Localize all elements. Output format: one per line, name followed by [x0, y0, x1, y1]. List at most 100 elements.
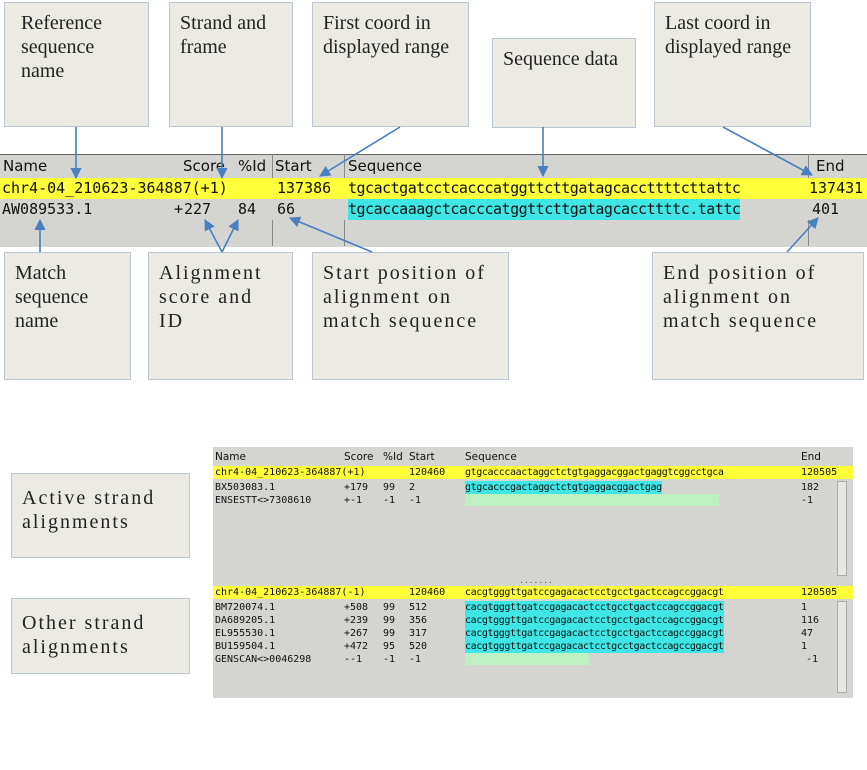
- bottom-header-name[interactable]: Name: [215, 451, 246, 463]
- callout-strand-and-frame: Strand and frame: [169, 2, 293, 127]
- other-reference-row[interactable]: chr4-04_210623-364887(-1) 120460 cacgtgg…: [213, 586, 853, 599]
- other-match-score: -1: [350, 654, 363, 665]
- reference-row[interactable]: chr4-04_210623-364887(+1) 137386 tgcactg…: [0, 178, 867, 199]
- bottom-column-headers: Name Score %Id Start Sequence End: [213, 451, 853, 465]
- other-match-end: 47: [801, 628, 814, 639]
- callout-last-coord: Last coord in displayed range: [654, 2, 811, 127]
- callout-end-position: End position of alignment on match seque…: [652, 252, 864, 380]
- other-match-sequence: cacgtgggttgatccgagacactcctgcctgactccagcc…: [465, 627, 724, 640]
- match-sequence: tgcaccaaagctcacccatggttcttgatagcaccttttc…: [348, 199, 741, 220]
- reference-start: 137386: [277, 179, 332, 197]
- top-alignment-panel: Name Score %Id Start Sequence End chr4-0…: [0, 154, 867, 247]
- bottom-header-start[interactable]: Start: [409, 451, 435, 463]
- other-match-row[interactable]: GENSCAN<>0046298 - -1 -1 -1 -1: [213, 653, 853, 666]
- other-ref-sequence: cacgtgggttgatccgagacactcctgcctgactccagcc…: [465, 587, 724, 598]
- other-match-row[interactable]: BU159504.1 + 472 95 520 cacgtgggttgatccg…: [213, 640, 853, 653]
- callout-other-strand: Other strand alignments: [11, 598, 190, 674]
- other-match-score: 472: [350, 641, 369, 652]
- callout-reference-sequence-name: Reference sequence name: [4, 2, 149, 127]
- reference-end: 137431: [809, 179, 864, 197]
- other-match-pctid: 95: [383, 641, 396, 652]
- other-match-sequence: cacgtgggttgatccgagacactcctgcctgactccagcc…: [465, 640, 724, 653]
- active-match-name: ENSESTT<>7308610: [215, 495, 312, 506]
- other-match-start: 512: [409, 602, 428, 613]
- bottom-header-pctid[interactable]: %Id: [383, 451, 403, 463]
- other-match-sequence: cacgtgggttgatccgagacactcctgcctgactccagcc…: [465, 601, 724, 614]
- match-strand: +: [174, 200, 184, 218]
- active-ref-name: chr4-04_210623-364887(+1): [215, 467, 366, 478]
- header-pctid[interactable]: %Id: [238, 157, 266, 175]
- bottom-header-sequence[interactable]: Sequence: [465, 451, 517, 463]
- active-ref-sequence: gtgcacccaactaggctctgtgaggacggactgaggtcgg…: [465, 467, 724, 478]
- other-match-row[interactable]: EL955530.1 + 267 99 317 cacgtgggttgatccg…: [213, 627, 853, 640]
- active-ref-end: 120505: [801, 467, 838, 478]
- other-match-end: 1: [801, 602, 808, 613]
- bottom-header-end[interactable]: End: [801, 451, 821, 463]
- active-match-row[interactable]: BX503083.1 + 179 99 2 gtgcacccgactaggctc…: [213, 481, 853, 494]
- other-match-start: 317: [409, 628, 428, 639]
- top-column-headers: Name Score %Id Start Sequence End: [0, 154, 867, 177]
- active-match-name: BX503083.1: [215, 482, 276, 493]
- header-score[interactable]: Score: [183, 157, 225, 175]
- other-ref-end: 120505: [801, 587, 838, 598]
- reference-sequence: tgcactgatcctcacccatggttcttgatagcaccttttc…: [348, 179, 741, 197]
- other-section-scrollbar[interactable]: [837, 601, 847, 693]
- match-name: AW089533.1: [2, 200, 93, 218]
- other-match-end: 116: [801, 615, 820, 626]
- match-pctid: 84: [238, 200, 257, 218]
- active-match-score: 179: [350, 482, 369, 493]
- callout-match-sequence-name: Match sequence name: [4, 252, 131, 380]
- other-match-row[interactable]: DA689205.1 + 239 99 356 cacgtgggttgatccg…: [213, 614, 853, 627]
- other-match-gap-block: [465, 653, 589, 665]
- callout-sequence-data: Sequence data: [492, 38, 636, 128]
- other-match-name: EL955530.1: [215, 628, 276, 639]
- bottom-alignment-panel: Name Score %Id Start Sequence End chr4-0…: [213, 447, 853, 698]
- match-row[interactable]: AW089533.1 + 227 84 66 tgcaccaaagctcaccc…: [0, 199, 867, 220]
- active-match-end: -1: [801, 495, 814, 506]
- other-match-end: 1: [801, 641, 808, 652]
- active-match-sequence: gtgcacccgactaggctctgtgaggacggactgag: [465, 481, 662, 494]
- callout-alignment-score: Alignment score and ID: [148, 252, 293, 380]
- active-match-pctid: 99: [383, 482, 396, 493]
- header-name[interactable]: Name: [3, 157, 47, 175]
- other-match-start: 356: [409, 615, 428, 626]
- other-match-start: 520: [409, 641, 428, 652]
- other-match-pctid: -1: [383, 654, 396, 665]
- other-match-score: 267: [350, 628, 369, 639]
- other-match-start: -1: [409, 654, 422, 665]
- active-match-gap-block: [465, 494, 719, 506]
- header-end[interactable]: End: [816, 157, 845, 175]
- other-match-pctid: 99: [383, 628, 396, 639]
- match-end: 401: [812, 200, 840, 218]
- active-match-score: -1: [350, 495, 363, 506]
- active-match-row[interactable]: ENSESTT<>7308610 + -1 -1 -1 -1: [213, 494, 853, 507]
- active-section-scrollbar[interactable]: [837, 481, 847, 576]
- other-match-name: GENSCAN<>0046298: [215, 654, 312, 665]
- match-score: 227: [184, 200, 212, 218]
- active-match-end: 182: [801, 482, 820, 493]
- other-match-row[interactable]: BM720074.1 + 508 99 512 cacgtgggttgatccg…: [213, 601, 853, 614]
- other-match-pctid: 99: [383, 615, 396, 626]
- match-start: 66: [277, 200, 296, 218]
- other-match-name: BU159504.1: [215, 641, 276, 652]
- header-sequence[interactable]: Sequence: [348, 157, 422, 175]
- active-match-start: 2: [409, 482, 416, 493]
- reference-name: chr4-04_210623-364887(+1): [2, 179, 228, 197]
- active-match-pctid: -1: [383, 495, 396, 506]
- callout-start-position: Start position of alignment on match seq…: [312, 252, 509, 380]
- other-ref-start: 120460: [409, 587, 446, 598]
- other-match-end: -1: [806, 654, 819, 665]
- bottom-header-score[interactable]: Score: [344, 451, 373, 463]
- other-match-score: 239: [350, 615, 369, 626]
- callout-first-coord: First coord in displayed range: [312, 2, 469, 127]
- header-start[interactable]: Start: [275, 157, 312, 175]
- active-match-start: -1: [409, 495, 422, 506]
- other-match-name: DA689205.1: [215, 615, 276, 626]
- other-match-score: 508: [350, 602, 369, 613]
- pane-splitter-dots[interactable]: .......: [519, 576, 553, 585]
- active-reference-row[interactable]: chr4-04_210623-364887(+1) 120460 gtgcacc…: [213, 466, 853, 479]
- callout-active-strand: Active strand alignments: [11, 473, 190, 558]
- other-match-name: BM720074.1: [215, 602, 276, 613]
- other-match-pctid: 99: [383, 602, 396, 613]
- active-ref-start: 120460: [409, 467, 446, 478]
